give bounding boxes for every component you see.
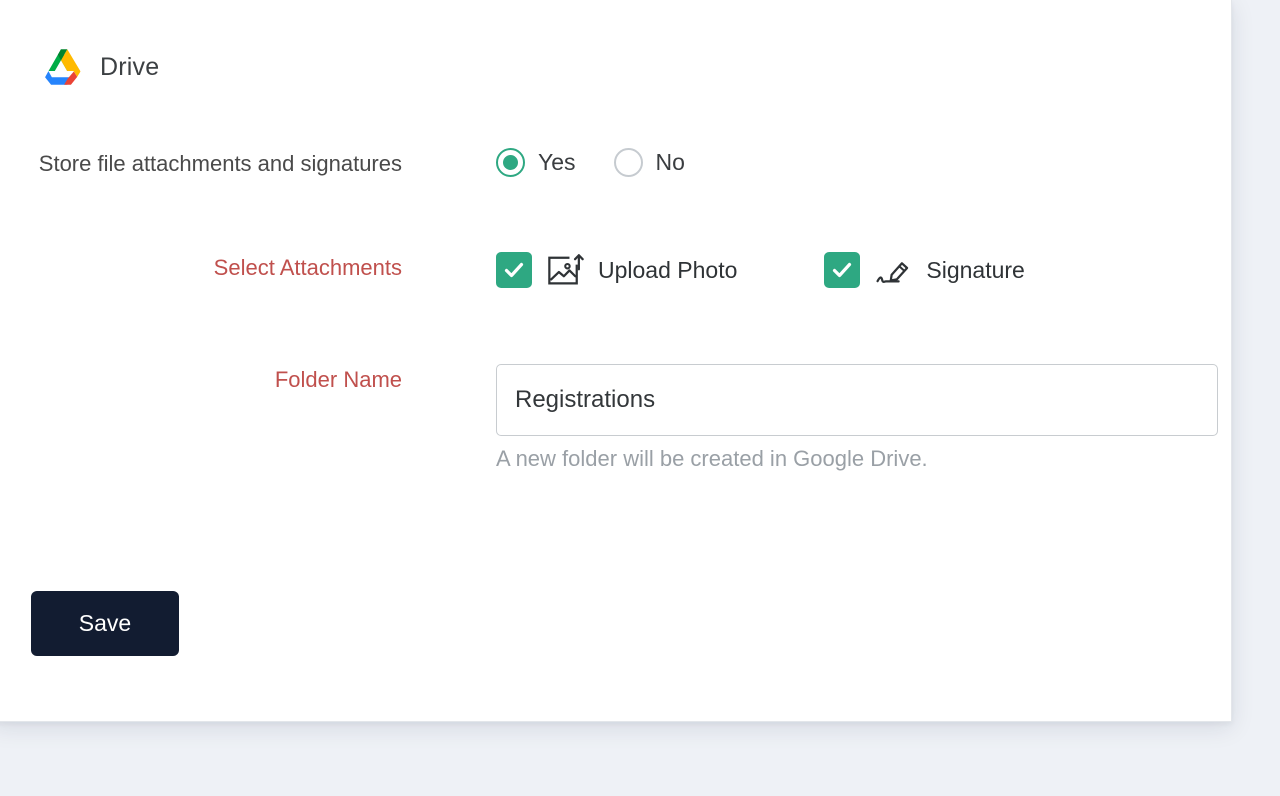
brand-header: Drive (38, 46, 159, 88)
store-attachments-field: Yes No (496, 148, 685, 177)
radio-yes-icon[interactable] (496, 148, 525, 177)
select-attachments-field: Upload Photo Signature (496, 252, 1025, 288)
store-attachments-row: Store file attachments and signatures Ye… (28, 148, 685, 180)
attachment-checkbox-group: Upload Photo Signature (496, 252, 1025, 288)
radio-option-yes[interactable]: Yes (496, 148, 576, 177)
store-attachments-radio-group[interactable]: Yes No (496, 148, 685, 177)
store-attachments-label: Store file attachments and signatures (38, 151, 402, 176)
google-drive-logo-icon (38, 46, 84, 88)
select-attachments-label: Select Attachments (213, 255, 402, 280)
radio-option-no[interactable]: No (613, 148, 685, 177)
page-root: Drive Store file attachments and signatu… (0, 0, 1280, 796)
folder-name-row: Folder Name A new folder will be created… (28, 364, 1218, 470)
checkbox-upload-photo-icon[interactable] (496, 252, 532, 288)
folder-name-input[interactable] (496, 364, 1218, 436)
folder-name-field: A new folder will be created in Google D… (496, 364, 1218, 470)
radio-yes-label: Yes (538, 149, 576, 175)
folder-name-helper-text: A new folder will be created in Google D… (496, 446, 928, 471)
checkbox-signature-icon[interactable] (824, 252, 861, 288)
save-button[interactable]: Save (31, 591, 179, 656)
checkbox-option-signature[interactable]: Signature (824, 252, 1025, 288)
checkbox-option-upload-photo[interactable]: Upload Photo (496, 252, 737, 288)
image-upload-icon (546, 253, 584, 287)
radio-no-icon[interactable] (613, 148, 643, 177)
signature-pen-icon (874, 253, 912, 287)
brand-title: Drive (100, 52, 160, 81)
folder-name-label: Folder Name (274, 367, 402, 392)
settings-card: Drive Store file attachments and signatu… (0, 0, 1232, 722)
select-attachments-row: Select Attachments Upload Photo Signatur… (28, 252, 1025, 288)
checkbox-upload-photo-label: Upload Photo (598, 256, 738, 283)
checkbox-signature-label: Signature (926, 256, 1025, 283)
radio-no-label: No (655, 149, 685, 175)
